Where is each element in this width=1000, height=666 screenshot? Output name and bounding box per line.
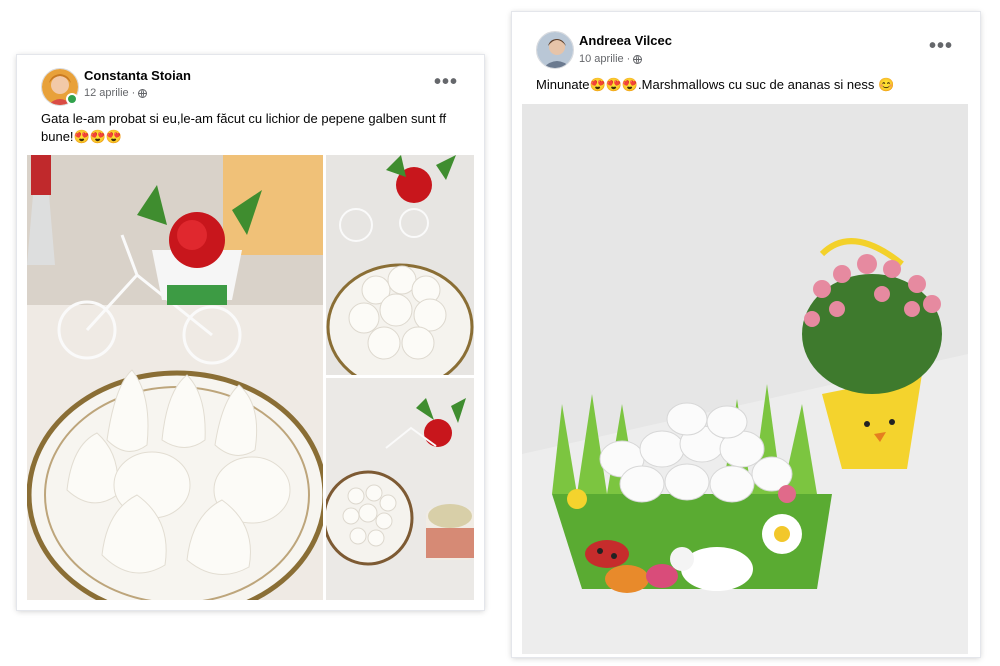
post-text-line: bune!😍😍😍 bbox=[41, 128, 471, 146]
author-name[interactable]: Constanta Stoian bbox=[84, 68, 191, 83]
heart-eyes-emoji: 😍 bbox=[621, 77, 639, 92]
heart-eyes-emoji: 😍 bbox=[105, 129, 123, 144]
post-date[interactable]: 12 aprilie bbox=[84, 87, 129, 99]
post-header: Constanta Stoian 12 aprilie · ••• bbox=[17, 55, 484, 106]
post-text-start: Minunate bbox=[536, 77, 590, 92]
post-header: Andreea Vilcec 10 aprilie · ••• bbox=[512, 12, 980, 69]
post-card-constanta: Constanta Stoian 12 aprilie · ••• Gata l… bbox=[17, 55, 484, 610]
heart-eyes-emoji: 😍 bbox=[605, 77, 622, 92]
online-status-dot bbox=[66, 93, 78, 105]
post-photo-main[interactable] bbox=[27, 155, 323, 600]
post-photo-2[interactable] bbox=[326, 155, 474, 375]
post-text-end: bune! bbox=[41, 129, 74, 144]
post-meta: 12 aprilie · bbox=[84, 87, 148, 99]
heart-eyes-emoji: 😍 bbox=[589, 77, 606, 92]
heart-eyes-emoji: 😍 bbox=[73, 129, 90, 144]
more-options-button[interactable]: ••• bbox=[929, 36, 953, 56]
post-card-andreea: Andreea Vilcec 10 aprilie · ••• Minunate… bbox=[512, 12, 980, 657]
author-name[interactable]: Andreea Vilcec bbox=[579, 33, 672, 48]
globe-icon bbox=[138, 88, 148, 98]
heart-eyes-emoji: 😍 bbox=[89, 129, 106, 144]
post-text: Minunate😍😍😍.Marshmallows cu suc de anana… bbox=[536, 76, 966, 94]
globe-icon bbox=[633, 54, 643, 64]
post-text-line: Gata le-am probat si eu,le-am făcut cu l… bbox=[41, 111, 447, 126]
more-options-button[interactable]: ••• bbox=[434, 72, 458, 92]
smiling-emoji: 😊 bbox=[877, 77, 895, 92]
post-photo-main[interactable] bbox=[522, 104, 968, 654]
post-text: Gata le-am probat si eu,le-am făcut cu l… bbox=[41, 110, 471, 146]
avatar[interactable] bbox=[536, 31, 574, 69]
post-meta: 10 aprilie · bbox=[579, 53, 643, 65]
post-photo-3[interactable] bbox=[326, 378, 474, 600]
post-text-middle: .Marshmallows cu suc de ananas si ness bbox=[638, 77, 875, 92]
post-date[interactable]: 10 aprilie bbox=[579, 53, 624, 65]
